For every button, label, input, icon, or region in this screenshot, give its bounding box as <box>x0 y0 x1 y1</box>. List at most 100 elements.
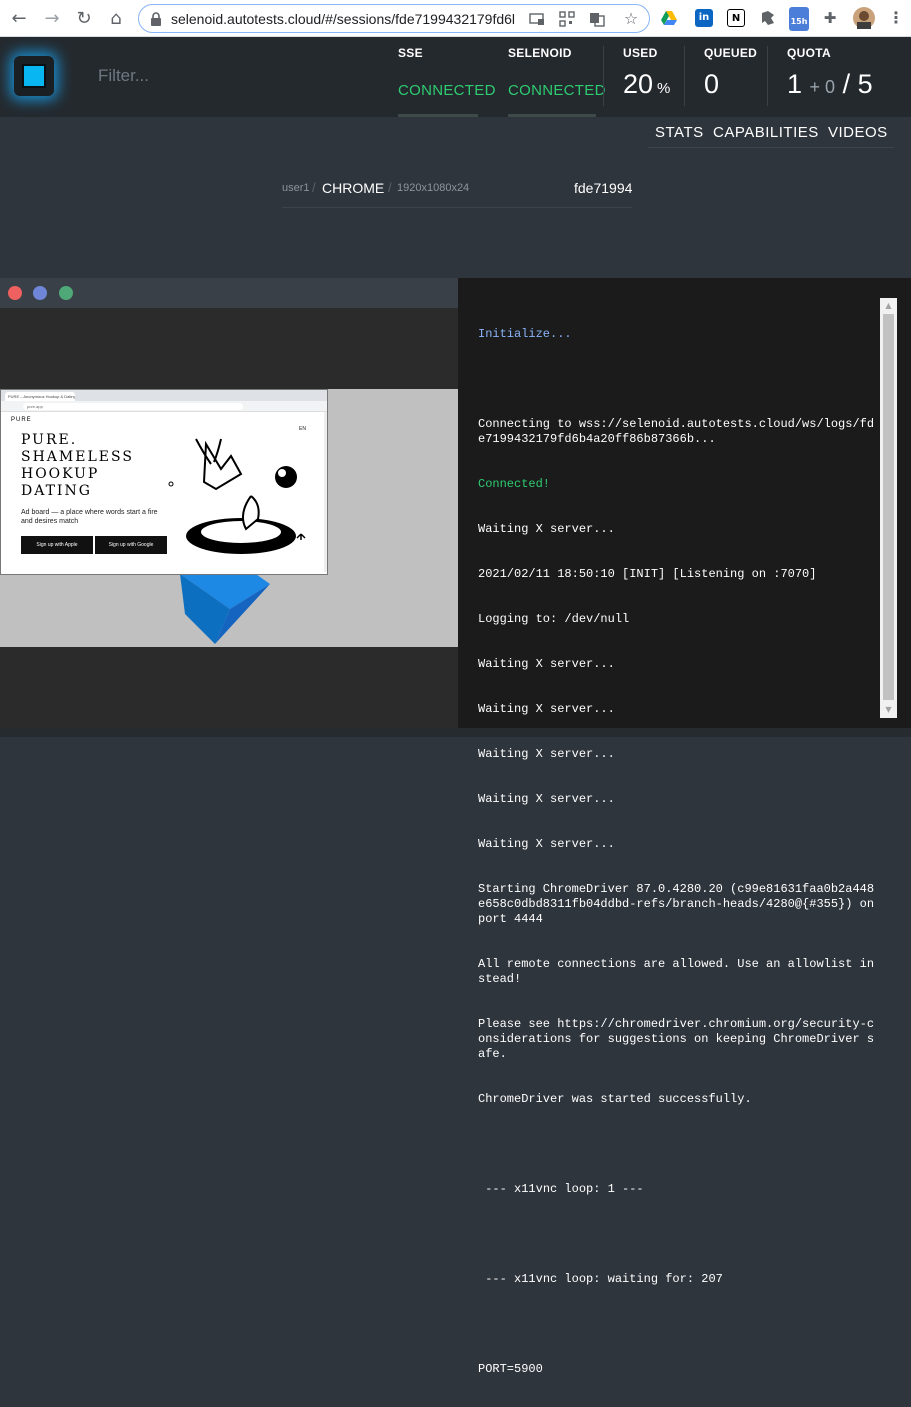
mini-language: EN <box>299 426 306 432</box>
divider <box>684 46 685 106</box>
scroll-down-icon[interactable]: ▼ <box>880 702 897 718</box>
google-drive-icon[interactable] <box>660 9 678 27</box>
notion-icon[interactable]: N <box>727 9 745 27</box>
quota-label: QUOTA <box>787 46 831 60</box>
quota-total: / 5 <box>842 69 873 99</box>
sse-label: SSE <box>398 46 423 60</box>
queued-value: 0 <box>704 69 720 99</box>
scroll-up-icon[interactable]: ▲ <box>880 298 897 314</box>
log-loop-1: --- x11vnc loop: 1 --- <box>478 1182 644 1196</box>
subnav-divider <box>648 147 894 148</box>
session-separator: / <box>312 180 316 195</box>
session-row[interactable]: user1 / CHROME / 1920x1080x24 fde71994 <box>282 178 632 208</box>
footer-strip <box>0 728 911 737</box>
address-bar[interactable]: selenoid.autotests.cloud/#/sessions/fde7… <box>138 4 650 33</box>
scrollbar-thumb[interactable] <box>883 314 894 700</box>
divider <box>767 46 768 106</box>
mini-headline: PURE. SHAMELESS HOOKUP DATING <box>21 432 134 500</box>
log-line: Waiting X server... <box>478 522 615 536</box>
lock-icon <box>151 12 161 26</box>
reload-icon[interactable]: ↻ <box>72 7 96 31</box>
vnc-top-area <box>0 308 458 389</box>
quota-used: 1 <box>787 69 803 99</box>
back-icon[interactable]: ← <box>7 7 31 31</box>
mini-subtitle: Ad board — a place where words start a f… <box>21 509 158 525</box>
vnc-screen[interactable]: PURE – Anonymous Hookup & Dating pure.ap… <box>0 389 458 647</box>
extension-tool-icon[interactable] <box>759 9 777 27</box>
log-loop-2: --- x11vnc loop: waiting for: 207 <box>478 1272 723 1286</box>
url-text[interactable]: selenoid.autotests.cloud/#/sessions/fde7… <box>171 11 526 27</box>
quota-queued: + 0 <box>809 77 836 97</box>
selenoid-logo[interactable] <box>14 56 54 96</box>
mini-tab: PURE – Anonymous Hookup & Dating <box>5 392 75 401</box>
divider <box>603 46 604 106</box>
translate-icon[interactable] <box>589 11 605 27</box>
session-id[interactable]: fde71994 <box>574 180 632 196</box>
log-line: 2021/02/11 18:50:10 [INIT] [Listening on… <box>478 567 817 581</box>
filter-input[interactable]: Filter... <box>98 66 149 86</box>
cast-icon[interactable] <box>529 11 545 27</box>
mini-headline-line: SHAMELESS <box>21 449 134 465</box>
used-value: 20% <box>623 69 670 100</box>
selenoid-label: SELENOID <box>508 46 572 60</box>
mini-url: pure.app <box>23 403 243 410</box>
mini-tab-strip: PURE – Anonymous Hookup & Dating <box>1 390 327 401</box>
browser-menu-icon[interactable]: ⋮ <box>887 9 905 27</box>
extensions-puzzle-icon[interactable]: ✚ <box>821 9 839 27</box>
profile-avatar[interactable] <box>853 7 875 29</box>
tab-capabilities[interactable]: CAPABILITIES <box>713 124 819 141</box>
session-resolution: 1920x1080x24 <box>397 182 470 194</box>
sse-underline <box>398 114 478 117</box>
qr-code-icon[interactable] <box>559 11 575 27</box>
log-connected: Connected! <box>478 477 551 491</box>
close-dot-icon[interactable] <box>8 286 22 300</box>
log-line: All remote connections are allowed. Use … <box>478 957 875 986</box>
log-line: Waiting X server... <box>478 702 615 716</box>
log-scrollbar[interactable]: ▲ ▼ <box>880 298 897 718</box>
selenoid-underline <box>508 114 596 117</box>
forward-icon[interactable]: → <box>40 7 64 31</box>
log-connecting: Connecting to wss://selenoid.autotests.c… <box>478 417 875 446</box>
mini-apple-button: Sign up with Apple <box>21 536 93 554</box>
used-unit: % <box>657 80 671 97</box>
log-blank <box>478 1227 880 1242</box>
log-blank <box>478 1317 880 1332</box>
log-line: Please see https://chromedriver.chromium… <box>478 1017 875 1061</box>
sse-status: CONNECTED <box>398 82 496 99</box>
log-line: Waiting X server... <box>478 657 615 671</box>
home-icon[interactable]: ⌂ <box>104 7 128 31</box>
mini-headline-line: DATING <box>21 483 92 499</box>
session-user: user1 <box>282 182 310 194</box>
bookmark-star-icon[interactable]: ☆ <box>623 11 639 27</box>
log-line: Logging to: /dev/null <box>478 612 630 626</box>
quota-value: 1 + 0 / 5 <box>787 69 873 100</box>
tab-stats[interactable]: STATS <box>655 124 704 141</box>
mini-headline-line: PURE. <box>21 432 78 448</box>
calendar-badge-icon[interactable]: 15h <box>789 7 809 31</box>
session-browser: CHROME <box>322 180 385 196</box>
linkedin-icon[interactable]: in <box>695 9 713 27</box>
mini-address-bar: pure.app <box>1 401 327 412</box>
mini-brand: PURE <box>11 417 32 423</box>
log-blank <box>478 1137 880 1152</box>
log-line: Waiting X server... <box>478 837 615 851</box>
minimize-dot-icon[interactable] <box>33 286 47 300</box>
log-line: Waiting X server... <box>478 747 615 761</box>
selenoid-status: CONNECTED <box>508 82 606 99</box>
used-label: USED <box>623 46 658 60</box>
log-line: ChromeDriver was started successfully. <box>478 1092 752 1106</box>
tab-videos[interactable]: VIDEOS <box>828 124 888 141</box>
fullscreen-dot-icon[interactable] <box>59 286 73 300</box>
mini-google-button: Sign up with Google <box>95 536 167 554</box>
session-separator: / <box>388 180 392 195</box>
used-number: 20 <box>623 69 654 99</box>
logo-square-icon <box>22 64 46 88</box>
log-line: Waiting X server... <box>478 792 615 806</box>
mini-illustration <box>168 438 306 554</box>
log-blank <box>478 372 880 387</box>
log-init: Initialize... <box>478 327 572 341</box>
vnc-window-bar <box>0 278 458 308</box>
remote-browser-screenshot[interactable]: PURE – Anonymous Hookup & Dating pure.ap… <box>0 389 328 575</box>
mini-scrollbar <box>324 412 327 572</box>
browser-toolbar: ← → ↻ ⌂ selenoid.autotests.cloud/#/sessi… <box>0 0 911 37</box>
